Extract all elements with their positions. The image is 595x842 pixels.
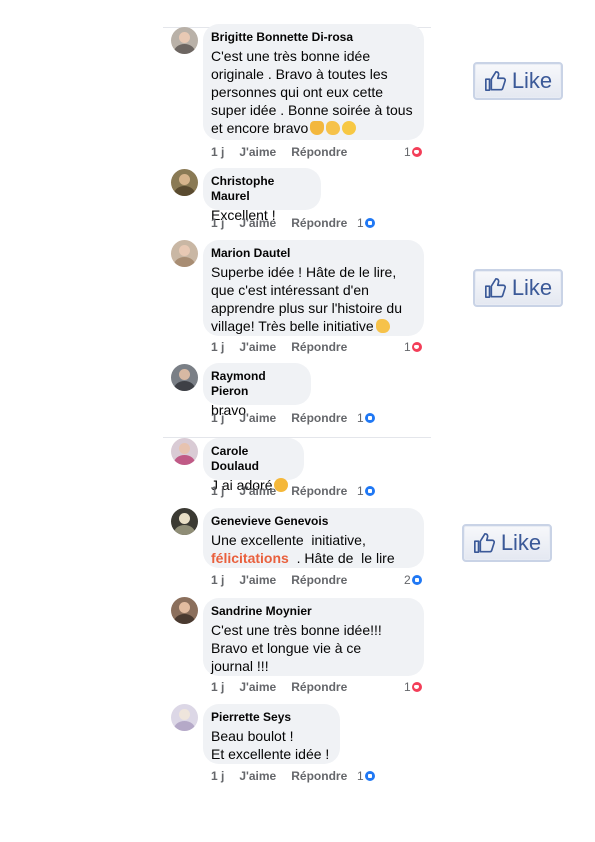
comment-time[interactable]: 1 j <box>211 484 224 498</box>
reaction-count[interactable]: 1 <box>404 680 422 694</box>
commenter-name[interactable]: Brigitte Bonnette Di-rosa <box>211 30 416 45</box>
comment-actions: 1 j J'aime Répondre <box>211 145 362 159</box>
like-reaction-icon <box>364 413 375 423</box>
reaction-count[interactable]: 1 <box>357 769 375 783</box>
like-button-label: Like <box>500 530 542 555</box>
like-button-label: Like <box>511 68 553 93</box>
reply-link[interactable]: Répondre <box>291 573 347 587</box>
avatar[interactable] <box>171 704 198 731</box>
avatar[interactable] <box>171 169 198 196</box>
like-link[interactable]: J'aime <box>239 484 276 498</box>
like-reaction-icon <box>364 218 375 228</box>
commenter-name[interactable]: Genevieve Genevois <box>211 514 416 529</box>
thumbs-up-icon <box>473 533 495 553</box>
comment-actions: 1 j J'aime Répondre <box>211 680 362 694</box>
avatar[interactable] <box>171 508 198 535</box>
like-button-label: Like <box>511 275 553 300</box>
like-link[interactable]: J'aime <box>239 145 276 159</box>
like-link[interactable]: J'aime <box>239 411 276 425</box>
comment-bubble: Raymond Pieron bravo <box>203 363 311 418</box>
reply-link[interactable]: Répondre <box>291 411 347 425</box>
like-button[interactable]: Like <box>473 269 563 307</box>
comment-time[interactable]: 1 j <box>211 216 224 230</box>
avatar[interactable] <box>171 438 198 465</box>
comment-bubble: Christophe Maurel Excellent ! <box>203 168 321 223</box>
like-reaction-icon <box>411 575 422 585</box>
comment-time[interactable]: 1 j <box>211 145 224 159</box>
comment-text: Une excellente initiative, félicitations… <box>211 532 395 566</box>
reply-link[interactable]: Répondre <box>291 216 347 230</box>
thumbs-up-icon <box>484 278 506 298</box>
avatar[interactable] <box>171 240 198 267</box>
comment-actions: 1 j J'aime Répondre <box>211 411 362 425</box>
reaction-count[interactable]: 1 <box>357 216 375 230</box>
comment-text: Beau boulot ! Et excellente idée ! <box>211 728 330 762</box>
like-reaction-icon <box>364 771 375 781</box>
reply-link[interactable]: Répondre <box>291 680 347 694</box>
comment-bubble: Sandrine Moynier C'est une très bonne id… <box>203 598 424 676</box>
reply-link[interactable]: Répondre <box>291 484 347 498</box>
like-link[interactable]: J'aime <box>239 216 276 230</box>
like-button[interactable]: Like <box>462 524 552 562</box>
comment-bubble: Marion Dautel Superbe idée ! Hâte de le … <box>203 240 424 336</box>
comment-time[interactable]: 1 j <box>211 340 224 354</box>
heart-reaction-icon <box>411 342 422 352</box>
reply-link[interactable]: Répondre <box>291 145 347 159</box>
thumbs-up-emoji-icon <box>310 121 325 135</box>
like-link[interactable]: J'aime <box>239 769 276 783</box>
reply-link[interactable]: Répondre <box>291 340 347 354</box>
reaction-count[interactable]: 1 <box>404 340 422 354</box>
comment-actions: 1 j J'aime Répondre <box>211 340 362 354</box>
comment-time[interactable]: 1 j <box>211 573 224 587</box>
reaction-count[interactable]: 1 <box>404 145 422 159</box>
kissing-face-emoji-icon <box>342 121 357 135</box>
clapping-hands-emoji-icon <box>375 319 390 333</box>
thumbs-up-icon <box>484 71 506 91</box>
clapping-hands-emoji-icon <box>326 121 341 135</box>
commenter-name[interactable]: Pierrette Seys <box>211 710 332 725</box>
heart-reaction-icon <box>411 682 422 692</box>
comment-time[interactable]: 1 j <box>211 680 224 694</box>
commenter-name[interactable]: Christophe Maurel <box>211 174 313 204</box>
like-reaction-icon <box>364 486 375 496</box>
avatar[interactable] <box>171 27 198 54</box>
comment-actions: 1 j J'aime Répondre <box>211 573 362 587</box>
comment-bubble: Genevieve Genevois Une excellente initia… <box>203 508 424 568</box>
commenter-name[interactable]: Carole Doulaud <box>211 444 296 474</box>
reaction-count[interactable]: 1 <box>357 484 375 498</box>
heart-reaction-icon <box>411 147 422 157</box>
comment-bubble: Carole Doulaud J ai adoré <box>203 438 304 493</box>
comment-text: C'est une très bonne idée!!! Bravo et lo… <box>211 622 382 674</box>
comment-actions: 1 j J'aime Répondre <box>211 769 362 783</box>
comment-time[interactable]: 1 j <box>211 411 224 425</box>
reply-link[interactable]: Répondre <box>291 769 347 783</box>
comment-text: Superbe idée ! Hâte de le lire, que c'es… <box>211 264 403 334</box>
commenter-name[interactable]: Sandrine Moynier <box>211 604 416 619</box>
avatar[interactable] <box>171 597 198 624</box>
like-link[interactable]: J'aime <box>239 340 276 354</box>
like-link[interactable]: J'aime <box>239 680 276 694</box>
avatar[interactable] <box>171 364 198 391</box>
section-divider <box>163 437 431 438</box>
reaction-count[interactable]: 2 <box>404 573 422 587</box>
comment-actions: 1 j J'aime Répondre <box>211 216 362 230</box>
like-button[interactable]: Like <box>473 62 563 100</box>
commenter-name[interactable]: Marion Dautel <box>211 246 416 261</box>
highlighted-word: félicitations <box>211 550 289 566</box>
comment-text: C'est une très bonne idée originale . Br… <box>211 48 413 136</box>
comment-bubble: Brigitte Bonnette Di-rosa C'est une très… <box>203 24 424 140</box>
commenter-name[interactable]: Raymond Pieron <box>211 369 303 399</box>
comment-bubble: Pierrette Seys Beau boulot ! Et excellen… <box>203 704 340 764</box>
like-link[interactable]: J'aime <box>239 573 276 587</box>
comment-actions: 1 j J'aime Répondre <box>211 484 362 498</box>
comment-time[interactable]: 1 j <box>211 769 224 783</box>
reaction-count[interactable]: 1 <box>357 411 375 425</box>
